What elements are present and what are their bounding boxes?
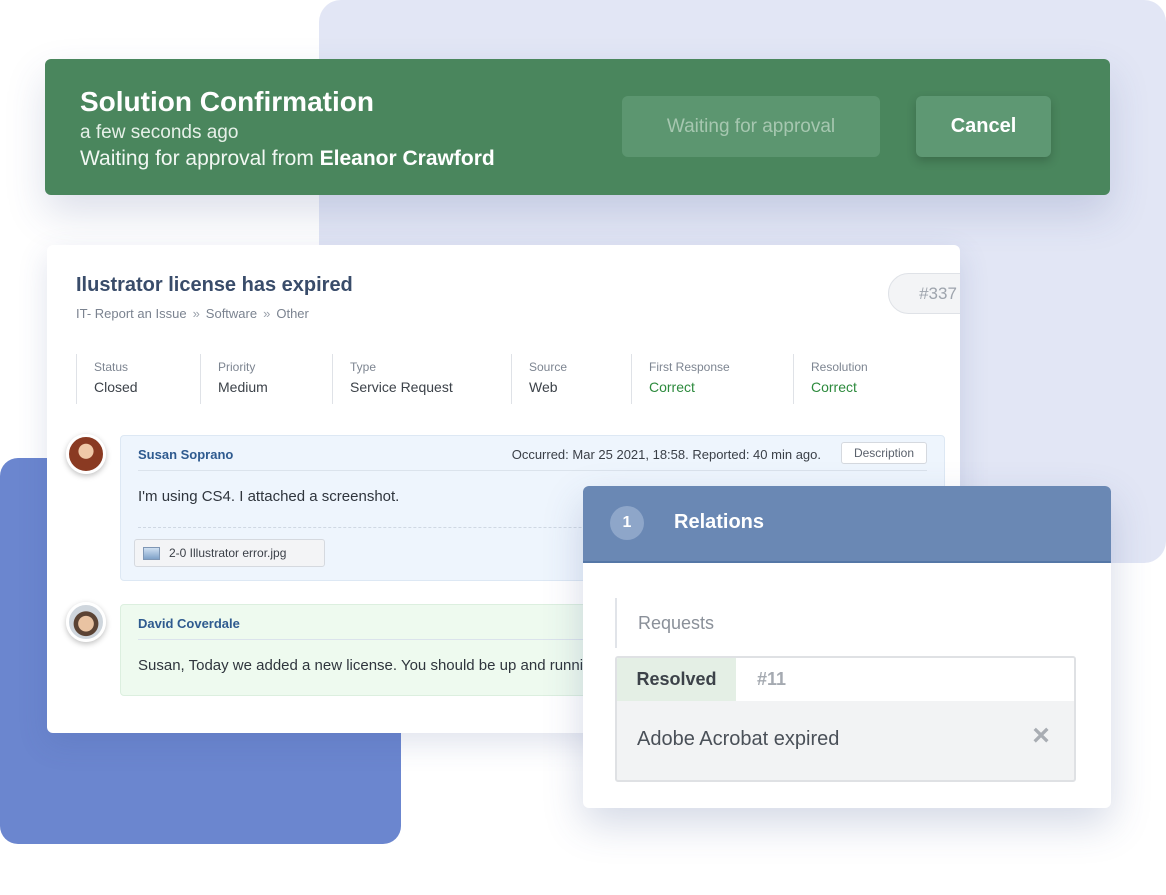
field-priority: Priority Medium [200,354,268,404]
attachment-name: 2-0 Illustrator error.jpg [169,546,287,560]
field-first-response: First Response Correct [631,354,730,404]
avatar [66,602,106,642]
breadcrumb-separator: » [192,306,200,321]
field-status: Status Closed [76,354,138,404]
field-label: Source [529,360,568,374]
field-resolution: Resolution Correct [793,354,868,404]
ticket-fields: Status Closed Priority Medium Type Servi… [47,354,960,404]
field-label: Priority [218,360,256,374]
field-label: Status [94,360,129,374]
close-icon[interactable]: × [1029,721,1053,751]
solution-confirmation-banner: Solution Confirmation a few seconds ago … [45,59,1110,195]
field-value: Web [529,379,558,395]
comment-text: I'm using CS4. I attached a screenshot. [138,488,400,505]
field-value: Medium [218,379,268,395]
field-source: Source Web [511,354,567,404]
request-name[interactable]: Adobe Acrobat expired [637,728,839,751]
field-type: Type Service Request [332,354,453,404]
field-value: Correct [649,379,695,395]
request-item-header: Resolved #11 [617,658,1074,701]
field-value: Closed [94,379,138,395]
relations-panel: 1 Relations Requests Resolved #11 Adobe … [583,486,1111,808]
banner-title: Solution Confirmation [80,86,374,117]
divider [138,470,927,471]
cancel-button[interactable]: Cancel [916,96,1051,157]
related-request-item[interactable]: Resolved #11 Adobe Acrobat expired × [615,656,1076,782]
relations-count-badge: 1 [610,506,644,540]
description-tag: Description [840,442,927,464]
breadcrumb-separator: » [263,306,271,321]
relations-title: Relations [674,511,765,533]
field-value: Service Request [350,379,453,395]
field-value: Correct [811,379,857,395]
field-label: Resolution [811,360,868,374]
field-label: First Response [649,360,730,374]
banner-waiting-text: Waiting for approval from Eleanor Crawfo… [80,147,495,171]
comment-text: Susan, Today we added a new license. You… [138,657,621,674]
breadcrumb-item[interactable]: Software [206,306,257,321]
waiting-for-approval-button[interactable]: Waiting for approval [622,96,880,157]
attachment-chip[interactable]: 2-0 Illustrator error.jpg [134,539,325,567]
requests-section-label: Requests [615,598,714,648]
approver-name: Eleanor Crawford [319,147,495,170]
request-status-badge: Resolved [617,658,736,701]
avatar [66,434,106,474]
comment-author[interactable]: Susan Soprano [138,447,233,462]
ticket-number-badge: #337 [888,273,960,314]
banner-timestamp: a few seconds ago [80,122,239,143]
waiting-prefix: Waiting for approval from [80,147,314,170]
ticket-title: Ilustrator license has expired [76,274,353,296]
image-file-icon [143,546,160,560]
breadcrumb-item[interactable]: IT- Report an Issue [76,306,187,321]
request-id[interactable]: #11 [757,658,786,701]
field-label: Type [350,360,377,374]
breadcrumb: IT- Report an Issue » Software » Other [76,306,309,321]
comment-meta: Occurred: Mar 25 2021, 18:58. Reported: … [511,447,821,462]
comment-author[interactable]: David Coverdale [138,616,240,631]
relations-header: 1 Relations [583,486,1111,563]
breadcrumb-item[interactable]: Other [276,306,309,321]
